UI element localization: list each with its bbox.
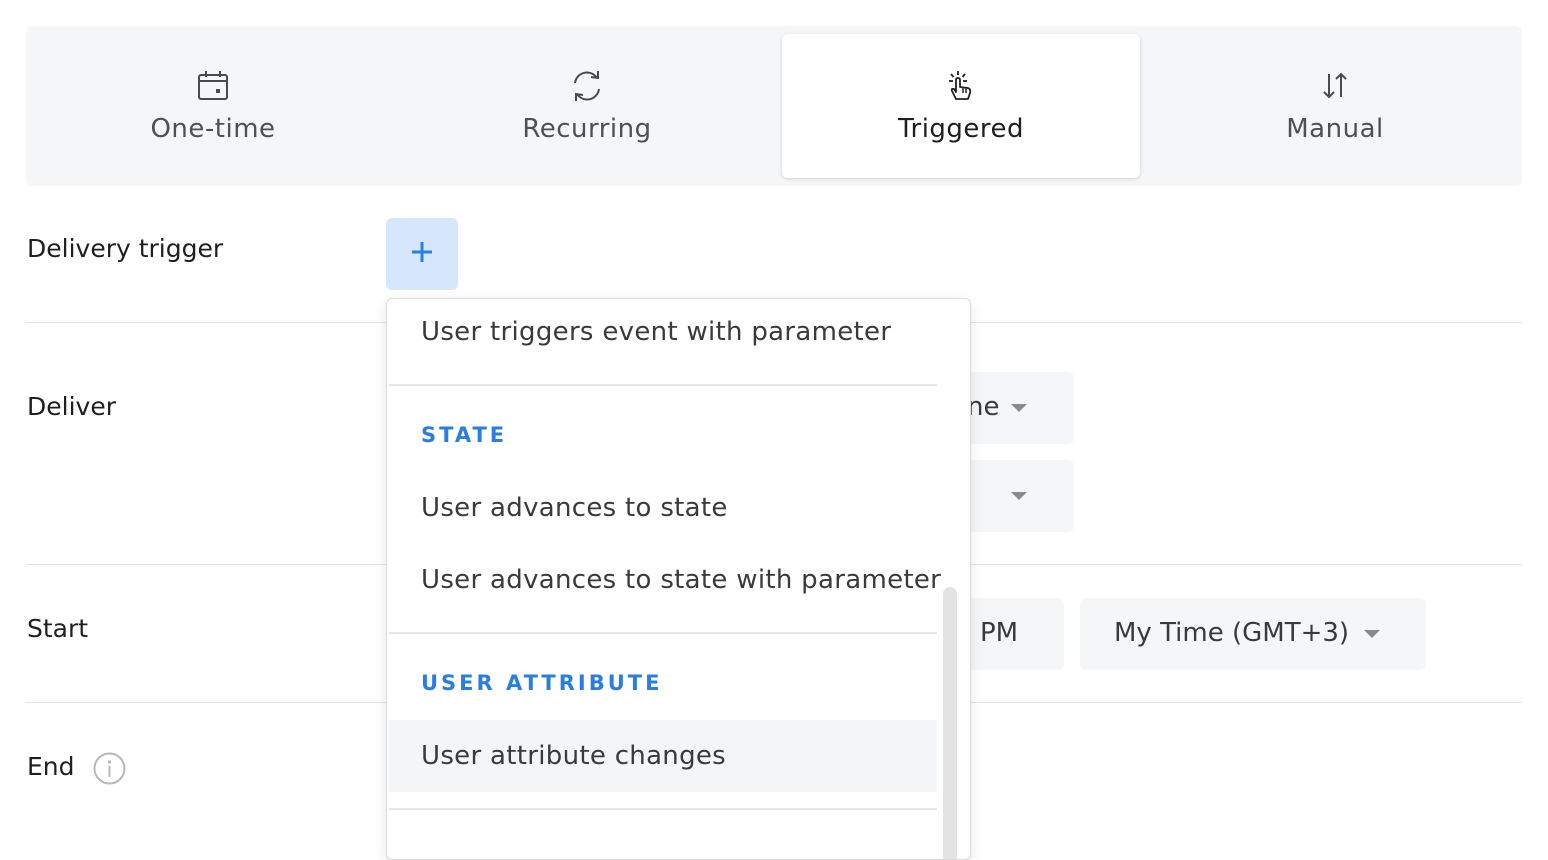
tab-label: Recurring (522, 114, 652, 144)
tab-label: Triggered (897, 114, 1025, 144)
start-label: Start (27, 614, 89, 643)
tab-recurring[interactable]: Recurring (408, 34, 766, 178)
tap-hand-icon (943, 68, 979, 104)
chevron-down-icon (1011, 404, 1027, 412)
chevron-down-icon (1011, 492, 1027, 500)
section-header-user-attribute: USER ATTRIBUTE (421, 671, 663, 695)
tab-label: One-time (150, 114, 276, 144)
tab-manual[interactable]: Manual (1156, 34, 1514, 178)
dropdown-scrollbar[interactable] (943, 587, 957, 859)
menu-item-user-advances-to-state[interactable]: User advances to state (421, 493, 728, 523)
tab-one-time[interactable]: One-time (34, 34, 392, 178)
swap-vertical-icon (1317, 68, 1353, 104)
menu-item-user-advances-to-state-with-parameter[interactable]: User advances to state with parameter (421, 565, 941, 595)
timezone-value: My Time (GMT+3) (1114, 618, 1350, 648)
deliver-label: Deliver (27, 392, 116, 421)
menu-separator (389, 808, 937, 810)
menu-separator (389, 632, 937, 634)
section-header-state: STATE (421, 423, 508, 447)
tab-label: Manual (1286, 114, 1384, 144)
menu-item-user-attribute-changes[interactable]: User attribute changes (421, 741, 726, 771)
menu-item-user-triggers-event-with-parameter[interactable]: User triggers event with parameter (421, 317, 891, 347)
timezone-select[interactable]: My Time (GMT+3) (1080, 598, 1426, 670)
chevron-down-icon (1364, 630, 1380, 638)
time-value: PM (980, 618, 1019, 648)
plus-icon (409, 239, 435, 269)
trigger-dropdown-menu: User triggers event with parameter STATE… (386, 298, 971, 860)
refresh-icon (569, 68, 605, 104)
info-icon[interactable] (93, 752, 126, 785)
end-label: End (27, 752, 75, 781)
select-value: ne (967, 392, 1000, 422)
tab-triggered[interactable]: Triggered (782, 34, 1140, 178)
delivery-trigger-label: Delivery trigger (27, 234, 224, 263)
calendar-icon (195, 68, 231, 104)
menu-separator (389, 384, 937, 386)
delivery-type-tabs: One-time Recurring Triggered Manual (26, 26, 1522, 186)
add-trigger-button[interactable] (386, 218, 458, 290)
